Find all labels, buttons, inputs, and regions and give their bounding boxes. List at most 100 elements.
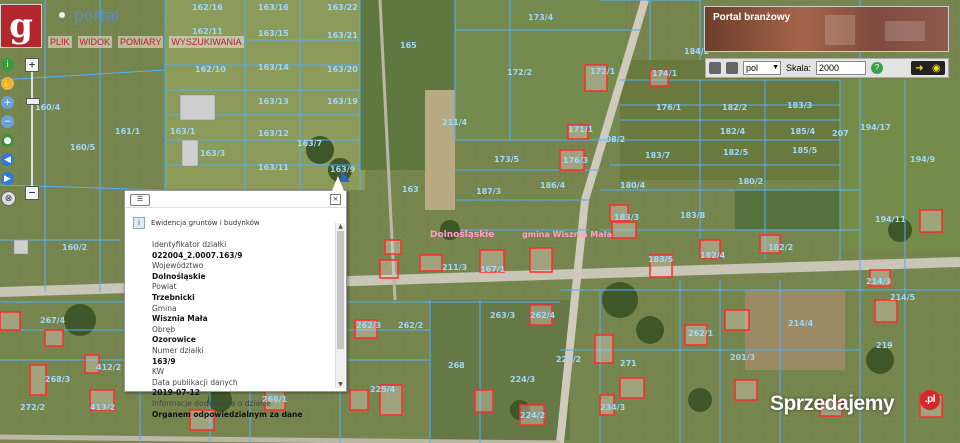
svg-text:224/2: 224/2: [520, 411, 545, 420]
svg-text:183/7: 183/7: [645, 151, 670, 160]
field-label: Powiat: [152, 282, 177, 292]
geoportal-logo[interactable]: g: [0, 4, 42, 48]
watermark-text: Sprzedajemy: [770, 392, 895, 415]
field-label: Obręb: [152, 324, 176, 334]
svg-text:180/4: 180/4: [620, 181, 646, 190]
svg-text:163: 163: [402, 185, 419, 194]
popup-scrollbar[interactable]: ▲ ▼: [335, 223, 345, 388]
zoom-minus-button[interactable]: −: [25, 186, 39, 200]
svg-text:214/4: 214/4: [788, 319, 814, 328]
print-preview-icon[interactable]: [709, 62, 721, 74]
svg-text:272/2: 272/2: [20, 403, 45, 412]
svg-text:194/9: 194/9: [910, 155, 936, 164]
svg-text:413/2: 413/2: [90, 403, 115, 412]
field-value: Wisznia Mała: [152, 314, 208, 324]
svg-text:183/8: 183/8: [680, 211, 706, 220]
zoom-slider[interactable]: + −: [25, 58, 40, 200]
close-icon[interactable]: ×: [330, 194, 341, 205]
svg-text:163/19: 163/19: [327, 97, 358, 106]
svg-text:185/5: 185/5: [792, 146, 818, 155]
menu-item-file[interactable]: PLIK: [48, 36, 72, 48]
popup-header: ☰ ×: [125, 191, 346, 208]
field-label: KW: [152, 367, 165, 377]
svg-text:207: 207: [832, 129, 849, 138]
field-label: Numer działki: [152, 345, 204, 355]
svg-text:214/5: 214/5: [890, 293, 916, 302]
zoom-plus-button[interactable]: +: [25, 58, 39, 72]
forward-arrow-icon[interactable]: ▶: [1, 172, 14, 185]
arrow-right-icon: ➜: [915, 62, 924, 74]
svg-text:163/7: 163/7: [297, 139, 322, 148]
zoom-handle[interactable]: [26, 98, 40, 105]
svg-text:183/5: 183/5: [648, 255, 674, 264]
zoom-track[interactable]: [31, 72, 33, 186]
pan-hand-icon[interactable]: ✋: [1, 77, 14, 90]
field-label: Data publikacji danych: [152, 377, 238, 387]
print-scale-toolbar: pol ▼ Skala: 2000 ? ➜ ◉: [705, 58, 949, 78]
svg-text:194/11: 194/11: [875, 215, 906, 224]
field-value: Dolnośląskie: [152, 271, 206, 281]
svg-text:163/3: 163/3: [200, 149, 225, 158]
svg-text:185/4: 185/4: [790, 127, 816, 136]
branch-portal-panel[interactable]: Portal branżowy: [704, 6, 949, 52]
svg-text:211/4: 211/4: [442, 118, 468, 127]
scale-label: Skala:: [786, 63, 812, 73]
scroll-thumb[interactable]: [337, 231, 344, 349]
svg-text:263/3: 263/3: [490, 311, 515, 320]
eye-toggle-button[interactable]: ➜ ◉: [911, 61, 945, 75]
menu-item-search[interactable]: WYSZUKIWANIA: [169, 36, 244, 48]
watermark-suffix: .pl: [920, 390, 940, 410]
language-select[interactable]: pol ▼: [743, 61, 781, 75]
svg-text:163/12: 163/12: [258, 129, 289, 138]
svg-text:176/3: 176/3: [563, 156, 588, 165]
help-icon[interactable]: ?: [871, 62, 884, 74]
menu-item-view[interactable]: WIDOK: [77, 36, 113, 48]
printer-icon[interactable]: [726, 62, 738, 74]
svg-text:224/3: 224/3: [510, 375, 535, 384]
eye-icon: ◉: [932, 62, 941, 74]
portal-dot-icon: [59, 12, 65, 18]
scroll-down-icon[interactable]: ▼: [336, 381, 345, 388]
svg-text:271: 271: [620, 359, 637, 368]
svg-text:267/4: 267/4: [40, 316, 66, 325]
field-label: Gmina: [152, 303, 177, 313]
field-value: Ozorowice: [152, 335, 196, 345]
svg-text:163/21: 163/21: [327, 31, 358, 40]
menu-item-measurements[interactable]: POMIARY: [118, 36, 164, 48]
popup-menu-icon[interactable]: ☰: [130, 194, 150, 206]
svg-text:163/1: 163/1: [170, 127, 196, 136]
scale-input[interactable]: 2000: [816, 61, 867, 75]
svg-text:262/3: 262/3: [356, 321, 381, 330]
logo-letter: g: [9, 6, 33, 46]
svg-text:163/15: 163/15: [258, 29, 289, 38]
scroll-up-icon[interactable]: ▲: [336, 223, 345, 230]
field-value: 2019-07-12: [152, 388, 200, 398]
svg-text:162/16: 162/16: [192, 3, 223, 12]
svg-text:163/11: 163/11: [258, 163, 289, 172]
field-label: Informacje dodatkowe o działce: [152, 398, 271, 408]
info-icon[interactable]: i: [1, 58, 14, 71]
svg-text:183/3: 183/3: [787, 101, 812, 110]
crosshair-icon[interactable]: ⊗: [1, 191, 16, 206]
popup-fields: Identyfikator działki 022004_2.0007.163/…: [152, 240, 332, 420]
svg-text:182/4: 182/4: [720, 127, 746, 136]
svg-text:163/13: 163/13: [258, 97, 289, 106]
globe-icon[interactable]: ●: [1, 134, 14, 147]
back-arrow-icon[interactable]: ◀: [1, 153, 14, 166]
portal-title: portal: [74, 6, 120, 25]
sprzedajemy-watermark: Sprzedajemy .pl: [770, 390, 940, 416]
zoom-out-icon[interactable]: −: [1, 115, 14, 128]
svg-text:173/5: 173/5: [494, 155, 520, 164]
svg-text:182/4: 182/4: [700, 251, 726, 260]
svg-text:165: 165: [400, 41, 417, 50]
main-menu: PLIK WIDOK POMIARY WYSZUKIWANIA: [48, 36, 244, 48]
svg-text:182/2: 182/2: [768, 243, 793, 252]
svg-text:201/3: 201/3: [730, 353, 755, 362]
svg-text:182/5: 182/5: [723, 148, 749, 157]
svg-text:172/1: 172/1: [590, 67, 616, 76]
zoom-in-icon[interactable]: +: [1, 96, 14, 109]
municipality-label: gmina Wisznia Mała: [522, 230, 612, 239]
section-title: Ewidencja gruntów i budynków: [151, 219, 260, 227]
field-value: Trzebnicki: [152, 292, 195, 302]
svg-text:225/4: 225/4: [370, 385, 396, 394]
